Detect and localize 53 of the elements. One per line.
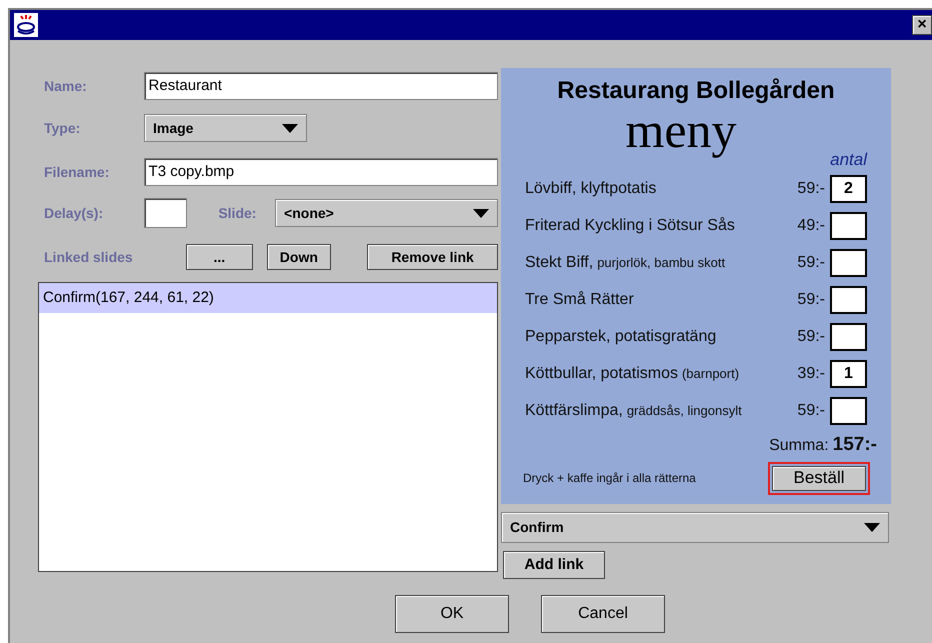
menu-item-detail: gräddsås, lingonsylt bbox=[626, 402, 742, 420]
menu-item-price: 59:- bbox=[796, 326, 825, 346]
remove-link-button[interactable]: Remove link bbox=[367, 244, 498, 270]
quantity-header: antal bbox=[830, 150, 867, 170]
order-button[interactable]: Beställ bbox=[772, 466, 866, 490]
quantity-field[interactable] bbox=[830, 212, 867, 240]
name-label: Name: bbox=[44, 76, 88, 96]
link-target-dropdown[interactable]: Confirm bbox=[501, 512, 889, 543]
name-field[interactable]: Restaurant bbox=[144, 72, 498, 100]
browse-button[interactable]: ... bbox=[186, 244, 253, 270]
cancel-button[interactable]: Cancel bbox=[541, 595, 665, 633]
slide-dropdown[interactable]: <none> bbox=[275, 199, 498, 227]
down-button[interactable]: Down bbox=[266, 244, 332, 270]
delay-field[interactable] bbox=[144, 198, 188, 228]
menu-item-detail: (barnport) bbox=[682, 364, 740, 383]
menu-item-price: 49:- bbox=[796, 216, 825, 236]
menu-item-name: Pepparstek, potatisgratäng bbox=[525, 326, 716, 346]
quantity-field[interactable] bbox=[830, 322, 867, 350]
delay-label: Delay(s): bbox=[44, 204, 104, 223]
close-button[interactable]: × bbox=[912, 15, 932, 35]
total-label: Summa: bbox=[769, 436, 829, 456]
ok-button[interactable]: OK bbox=[395, 595, 509, 633]
menu-item-name: Köttbullar, potatismos bbox=[525, 364, 678, 384]
menu-item-price: 39:- bbox=[796, 364, 825, 384]
menu-note: Dryck + kaffe ingår i alla rätterna bbox=[523, 470, 696, 487]
quantity-field[interactable] bbox=[830, 396, 867, 424]
type-label: Type: bbox=[44, 118, 82, 138]
quantity-field[interactable]: 1 bbox=[830, 360, 867, 388]
dropdown-arrow-icon bbox=[282, 124, 298, 132]
slide-label: Slide: bbox=[218, 204, 258, 222]
filename-label: Filename: bbox=[44, 162, 110, 182]
menu-item-name: Lövbiff, klyftpotatis bbox=[525, 178, 656, 198]
menu-item-name: Köttfärslimpa, bbox=[525, 400, 623, 420]
list-item[interactable]: Confirm(167, 244, 61, 22) bbox=[39, 283, 497, 313]
menu-item-detail: purjorlök, bambu skott bbox=[597, 254, 726, 272]
menu-item-price: 59:- bbox=[796, 290, 825, 310]
type-dropdown[interactable]: Image bbox=[144, 114, 307, 142]
menu-item-name: Stekt Biff, bbox=[525, 252, 594, 272]
dropdown-arrow-icon bbox=[473, 208, 490, 218]
menu-item-price: 59:- bbox=[796, 252, 825, 272]
menu-item-price: 59:- bbox=[796, 400, 825, 420]
linked-slides-label: Linked slides bbox=[44, 248, 134, 266]
menu-item-name: Tre Små Rätter bbox=[525, 290, 634, 310]
menu-item-price: 59:- bbox=[796, 178, 825, 198]
quantity-field[interactable] bbox=[830, 286, 867, 314]
dropdown-arrow-icon bbox=[864, 523, 880, 532]
quantity-field[interactable]: 2 bbox=[830, 174, 867, 202]
add-link-button[interactable]: Add link bbox=[503, 551, 605, 579]
quantity-field[interactable] bbox=[830, 248, 867, 276]
menu-item-name: Friterad Kyckling i Sötsur Sås bbox=[525, 216, 735, 236]
total-value: 157:- bbox=[832, 433, 877, 457]
app-icon bbox=[14, 13, 38, 37]
filename-field[interactable]: T3 copy.bmp bbox=[144, 158, 498, 186]
